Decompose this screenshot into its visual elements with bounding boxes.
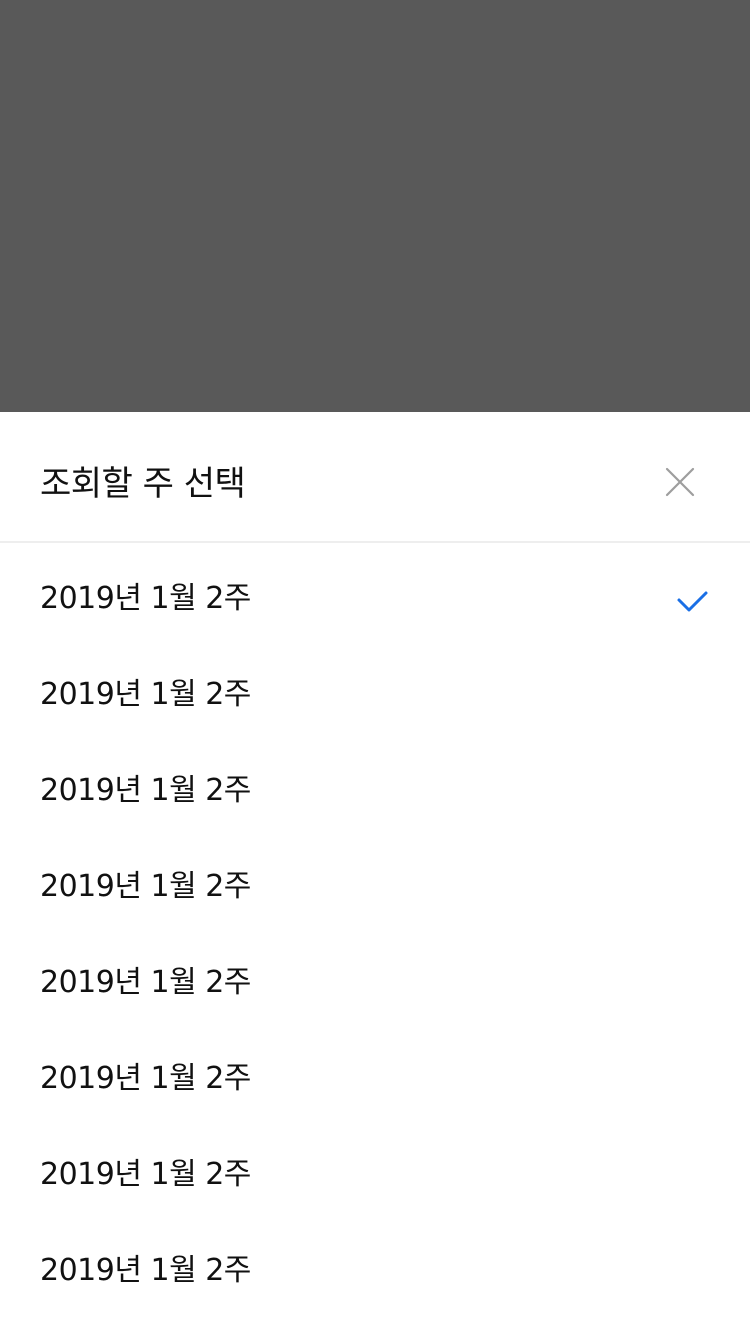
week-option[interactable]: 2019년 1월 2주 xyxy=(0,1215,750,1311)
close-icon xyxy=(665,467,695,497)
sheet-title: 조회할 주 선택 xyxy=(40,464,246,504)
week-option[interactable]: 2019년 1월 2주 xyxy=(0,543,750,639)
week-option-label: 2019년 1월 2주 xyxy=(40,773,251,808)
week-option-label: 2019년 1월 2주 xyxy=(40,1061,251,1096)
close-button[interactable] xyxy=(656,458,704,506)
week-option-label: 2019년 1월 2주 xyxy=(40,869,251,904)
sheet-header: 조회할 주 선택 xyxy=(0,412,750,543)
modal-backdrop[interactable] xyxy=(0,0,750,412)
week-option[interactable]: 2019년 1월 2주 xyxy=(0,735,750,831)
week-option-label: 2019년 1월 2주 xyxy=(40,965,251,1000)
week-option[interactable]: 2019년 1월 2주 xyxy=(0,639,750,735)
checkmark-icon xyxy=(677,591,708,612)
screen: 조회할 주 선택 2019년 1월 2주 2019년 1월 2주 2019년 1… xyxy=(0,0,750,1334)
bottom-sheet: 조회할 주 선택 2019년 1월 2주 2019년 1월 2주 2019년 1… xyxy=(0,412,750,1334)
week-option-label: 2019년 1월 2주 xyxy=(40,1157,251,1192)
week-option-label: 2019년 1월 2주 xyxy=(40,581,251,616)
week-option[interactable]: 2019년 1월 2주 xyxy=(0,1023,750,1119)
week-option[interactable]: 2019년 1월 2주 xyxy=(0,831,750,927)
week-option[interactable]: 2019년 1월 2주 xyxy=(0,1119,750,1215)
week-option[interactable]: 2019년 1월 2주 xyxy=(0,927,750,1023)
week-option-label: 2019년 1월 2주 xyxy=(40,677,251,712)
week-option-label: 2019년 1월 2주 xyxy=(40,1253,251,1288)
week-list: 2019년 1월 2주 2019년 1월 2주 2019년 1월 2주 2019… xyxy=(0,543,750,1311)
